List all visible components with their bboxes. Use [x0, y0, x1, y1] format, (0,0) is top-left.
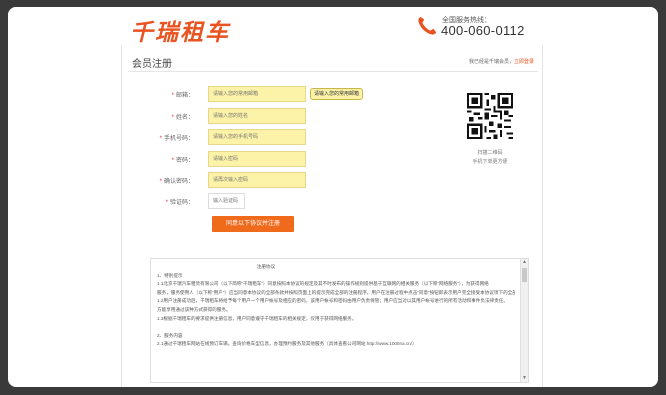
- scroll-thumb[interactable]: [522, 268, 527, 282]
- name-field[interactable]: [208, 108, 306, 124]
- scroll-down-arrow-icon[interactable]: ▼: [521, 375, 528, 382]
- email-tip: 请输入您的常用邮箱: [310, 88, 364, 100]
- agreement-line: 1.2用户注册成功后，千瑞租车将给予每个用户一个用户帐号及相应的密码，该用户帐号…: [157, 298, 508, 304]
- agreement-scrollbar[interactable]: ▲ ▼: [520, 259, 528, 382]
- confirm-password-field[interactable]: [208, 172, 306, 188]
- agreement-line: 2.1通过千瑞租车网站在线预订车辆，查询价格车型信息，办理预约服务及其他服务（具…: [157, 341, 417, 347]
- login-link[interactable]: 立即登录: [514, 59, 534, 65]
- password-field[interactable]: [208, 151, 306, 167]
- phone-icon: [418, 16, 437, 35]
- title-divider: [128, 71, 538, 72]
- agreement-line: 方能享用通过该种方式获得的服务。: [157, 306, 231, 312]
- email-label: * 邮箱：: [171, 93, 194, 99]
- form-row-password: * 密码：: [122, 151, 422, 167]
- qr-caption-line2: 手机下单更方便: [472, 159, 508, 165]
- agreement-line: 1.1北京千瑞汽车租赁有限公司（以下简称“千瑞租车”）同意按照本协议的规定及其不…: [157, 281, 489, 287]
- register-card: 会员注册 我已经是千瑞会员，立即登录 *邮箱： 请输入您的常用邮箱 *姓名： *…: [121, 45, 543, 387]
- agreement-text: 注册协议 1、特别提示 1.1北京千瑞汽车租赁有限公司（以下简称“千瑞租车”）同…: [157, 263, 515, 349]
- login-hint: 我已经是千瑞会员，立即登录: [469, 58, 534, 65]
- hotline-number: 400-060-0112: [441, 23, 525, 38]
- browser-frame: 千瑞租车 全国服务热线： 400-060-0112 会员注册 我已经是千瑞会员，…: [8, 7, 658, 387]
- page-title: 会员注册: [132, 59, 172, 70]
- qr-caption: 扫描二维码 手机下单更方便: [462, 149, 518, 167]
- agreement-line: 2、服务内容: [157, 332, 183, 338]
- form-row-confirm-password: * 确认密码：: [122, 172, 422, 188]
- captcha-label: * 验证码：: [165, 200, 194, 206]
- phone-label: * 手机号码：: [159, 136, 194, 142]
- agreement-title: 注册协议: [256, 264, 276, 269]
- login-prompt: 我已经是千瑞会员，: [468, 59, 514, 65]
- email-field[interactable]: [208, 86, 306, 102]
- form-row-phone: * 手机号码：: [122, 129, 422, 145]
- scroll-up-arrow-icon[interactable]: ▲: [521, 259, 528, 266]
- site-header: 千瑞租车 全国服务热线： 400-060-0112: [8, 7, 658, 47]
- form-row-captcha: * 验证码：: [122, 193, 422, 209]
- form-row-email: * 邮箱： 请输入您的常用邮箱: [122, 86, 422, 102]
- agreement-line: 1.3根据千瑞租车的要求提供注册信息，用户同意遵守千瑞租车的相关规定，仅用于获得…: [157, 315, 357, 321]
- agreement-line: 1、特别提示: [157, 272, 183, 278]
- agree-register-button[interactable]: 同意以下协议并注册: [212, 216, 294, 232]
- qr-code: [467, 93, 513, 139]
- agreement-box[interactable]: 注册协议 1、特别提示 1.1北京千瑞汽车租赁有限公司（以下简称“千瑞租车”）同…: [150, 258, 529, 383]
- name-label: * 姓名：: [171, 115, 194, 121]
- qr-caption-line1: 扫描二维码: [477, 150, 503, 156]
- site-logo[interactable]: 千瑞租车: [130, 13, 230, 47]
- agreement-line: [157, 323, 515, 332]
- agreement-line: 服务，服务使用人（以下称“用户”）应当同意本协议的全部条款并按照页面上的提示完成…: [157, 289, 515, 295]
- password-label: * 密码：: [171, 158, 194, 164]
- captcha-field[interactable]: [208, 193, 245, 209]
- phone-field[interactable]: [208, 129, 306, 145]
- confirm-password-label: * 确认密码：: [159, 179, 194, 185]
- form-row-name: * 姓名：: [122, 108, 422, 124]
